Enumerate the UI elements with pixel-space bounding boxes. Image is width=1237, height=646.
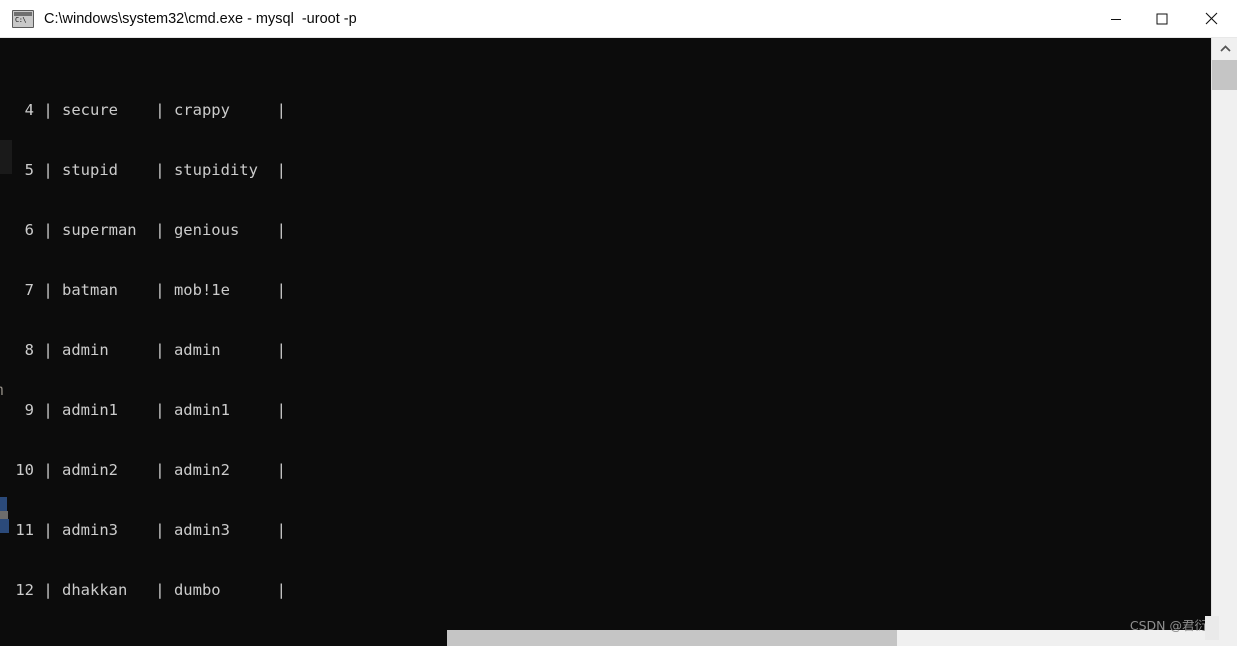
minimize-icon — [1111, 18, 1121, 20]
table-row: | 8 | admin | admin | — [0, 341, 286, 359]
scroll-up-button[interactable] — [1212, 38, 1237, 60]
table-row: | 9 | admin1 | admin1 | — [0, 401, 286, 419]
maximize-icon — [1156, 13, 1168, 24]
title-bar: C:\windows\system32\cmd.exe - mysql -uro… — [0, 0, 1237, 38]
vertical-scrollbar[interactable] — [1211, 38, 1237, 630]
watermark-plate — [1205, 616, 1219, 640]
terminal-output[interactable]: | 4 | secure | crappy | | 5 | stupid | s… — [0, 38, 1211, 630]
table-row: | 7 | batman | mob!1e | — [0, 281, 286, 299]
minimize-button[interactable] — [1093, 0, 1139, 38]
chevron-up-icon — [1219, 45, 1231, 52]
horizontal-scrollbar[interactable] — [0, 630, 1237, 646]
horizontal-scrollbar-thumb[interactable] — [447, 630, 897, 646]
maximize-button[interactable] — [1139, 0, 1185, 38]
table-row: | 11 | admin3 | admin3 | — [0, 521, 286, 539]
table-row: | 6 | superman | genious | — [0, 221, 286, 239]
close-button[interactable] — [1185, 0, 1237, 38]
window-title: C:\windows\system32\cmd.exe - mysql -uro… — [44, 10, 357, 27]
table-row: | 5 | stupid | stupidity | — [0, 161, 286, 179]
horizontal-scrollbar-track-right[interactable] — [897, 630, 1237, 646]
vertical-scrollbar-thumb[interactable] — [1212, 60, 1237, 90]
table-row: | 12 | dhakkan | dumbo | — [0, 581, 286, 599]
table-row: | 10 | admin2 | admin2 | — [0, 461, 286, 479]
cmd-window: C:\windows\system32\cmd.exe - mysql -uro… — [0, 0, 1237, 646]
table-row: | 4 | secure | crappy | — [0, 101, 286, 119]
horizontal-scrollbar-track-left[interactable] — [0, 630, 447, 646]
cmd-icon — [12, 9, 34, 28]
close-icon — [1205, 12, 1217, 25]
terminal-text-buffer: | 4 | secure | crappy | | 5 | stupid | s… — [0, 40, 1211, 630]
